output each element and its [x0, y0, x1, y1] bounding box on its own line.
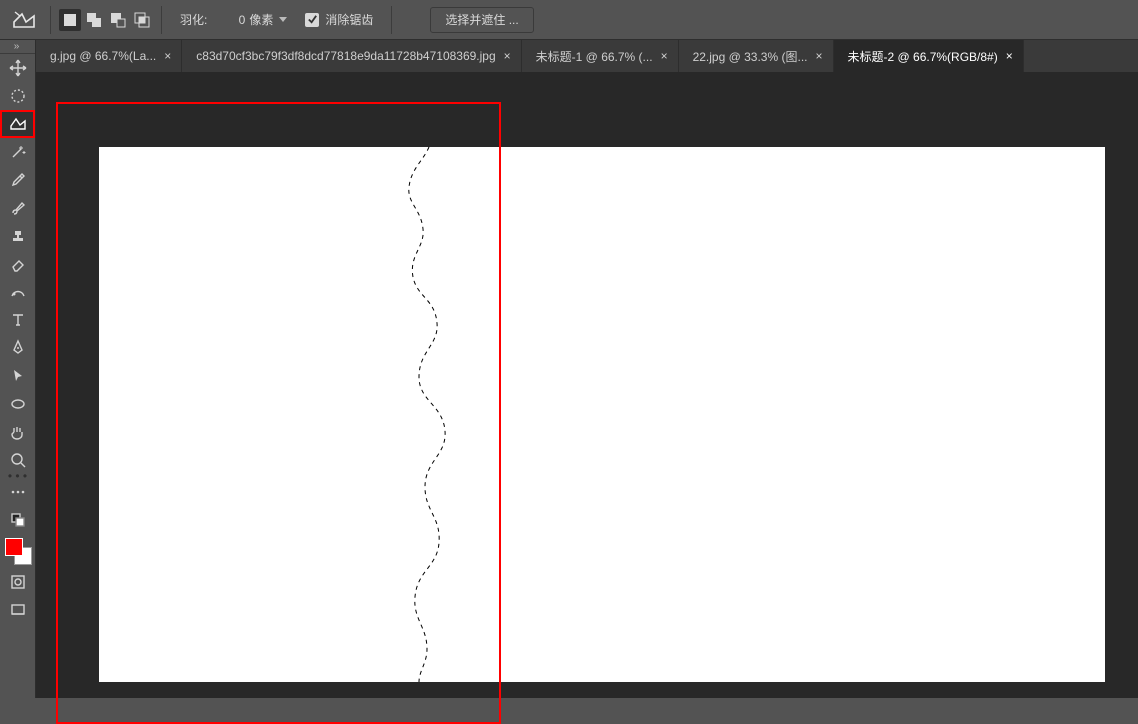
- move-tool[interactable]: [0, 54, 35, 82]
- eyedropper-tool[interactable]: [0, 166, 35, 194]
- options-bar: 羽化: 像素 消除锯齿 选择并遮住 ...: [0, 0, 1138, 40]
- document-tab-label: c83d70cf3bc79f3df8dcd77818e9da11728b4710…: [196, 49, 495, 63]
- document-tab[interactable]: c83d70cf3bc79f3df8dcd77818e9da11728b4710…: [182, 40, 521, 72]
- marquee-tool[interactable]: [0, 82, 35, 110]
- separator: [391, 6, 392, 34]
- lasso-tool[interactable]: [0, 110, 35, 138]
- workspace: [36, 72, 1138, 698]
- feather-label: 羽化:: [180, 11, 207, 28]
- magic-wand-tool[interactable]: [0, 138, 35, 166]
- selection-mode-new[interactable]: [59, 9, 81, 31]
- tools-panel: » • • •: [0, 40, 36, 698]
- select-and-mask-button[interactable]: 选择并遮住 ...: [430, 7, 533, 33]
- screen-mode-toggle[interactable]: [0, 596, 35, 624]
- default-colors[interactable]: [0, 506, 35, 534]
- document-tab[interactable]: 未标题-2 @ 66.7%(RGB/8#) ×: [834, 40, 1024, 72]
- document-tab-strip: g.jpg @ 66.7%(La... × c83d70cf3bc79f3df8dc…: [36, 40, 1138, 72]
- selection-mode-intersect[interactable]: [131, 9, 153, 31]
- close-icon[interactable]: ×: [164, 49, 171, 63]
- feather-field[interactable]: 像素: [211, 10, 287, 30]
- close-icon[interactable]: ×: [661, 49, 668, 63]
- feather-input[interactable]: [211, 10, 247, 30]
- document-tab-label: g.jpg @ 66.7%(La...: [50, 49, 156, 63]
- edit-toolbar[interactable]: [0, 478, 35, 506]
- tools-panel-handle[interactable]: »: [0, 40, 35, 54]
- shape-tool[interactable]: [0, 390, 35, 418]
- gradient-tool[interactable]: [0, 278, 35, 306]
- stamp-tool[interactable]: [0, 222, 35, 250]
- document-tab-label: 未标题-1 @ 66.7% (...: [536, 48, 653, 65]
- close-icon[interactable]: ×: [815, 49, 822, 63]
- selection-mode-add[interactable]: [83, 9, 105, 31]
- eraser-tool[interactable]: [0, 250, 35, 278]
- antialias-checkbox[interactable]: [305, 13, 319, 27]
- selection-mode-subtract[interactable]: [107, 9, 129, 31]
- selection-mode-group: [59, 9, 153, 31]
- document-tab[interactable]: g.jpg @ 66.7%(La... ×: [36, 40, 182, 72]
- close-icon[interactable]: ×: [1006, 49, 1013, 63]
- select-and-mask-label: 选择并遮住 ...: [445, 11, 518, 28]
- hand-tool[interactable]: [0, 418, 35, 446]
- foreground-swatch[interactable]: [5, 538, 23, 556]
- pen-tool[interactable]: [0, 334, 35, 362]
- selection-marquee: [324, 147, 534, 682]
- color-swatches[interactable]: [0, 534, 35, 568]
- separator: [161, 6, 162, 34]
- brush-tool[interactable]: [0, 194, 35, 222]
- document-tab-label: 未标题-2 @ 66.7%(RGB/8#): [848, 48, 998, 65]
- type-tool[interactable]: [0, 306, 35, 334]
- document-canvas[interactable]: [99, 147, 1105, 682]
- active-tool-icon: [6, 5, 42, 35]
- document-tab[interactable]: 22.jpg @ 33.3% (图... ×: [679, 40, 834, 72]
- feather-unit: 像素: [249, 11, 273, 28]
- document-tab-label: 22.jpg @ 33.3% (图...: [693, 48, 808, 65]
- document-tab[interactable]: 未标题-1 @ 66.7% (... ×: [522, 40, 679, 72]
- path-select-tool[interactable]: [0, 362, 35, 390]
- antialias-label: 消除锯齿: [325, 11, 373, 28]
- separator: [50, 6, 51, 34]
- quick-mask-toggle[interactable]: [0, 568, 35, 596]
- close-icon[interactable]: ×: [504, 49, 511, 63]
